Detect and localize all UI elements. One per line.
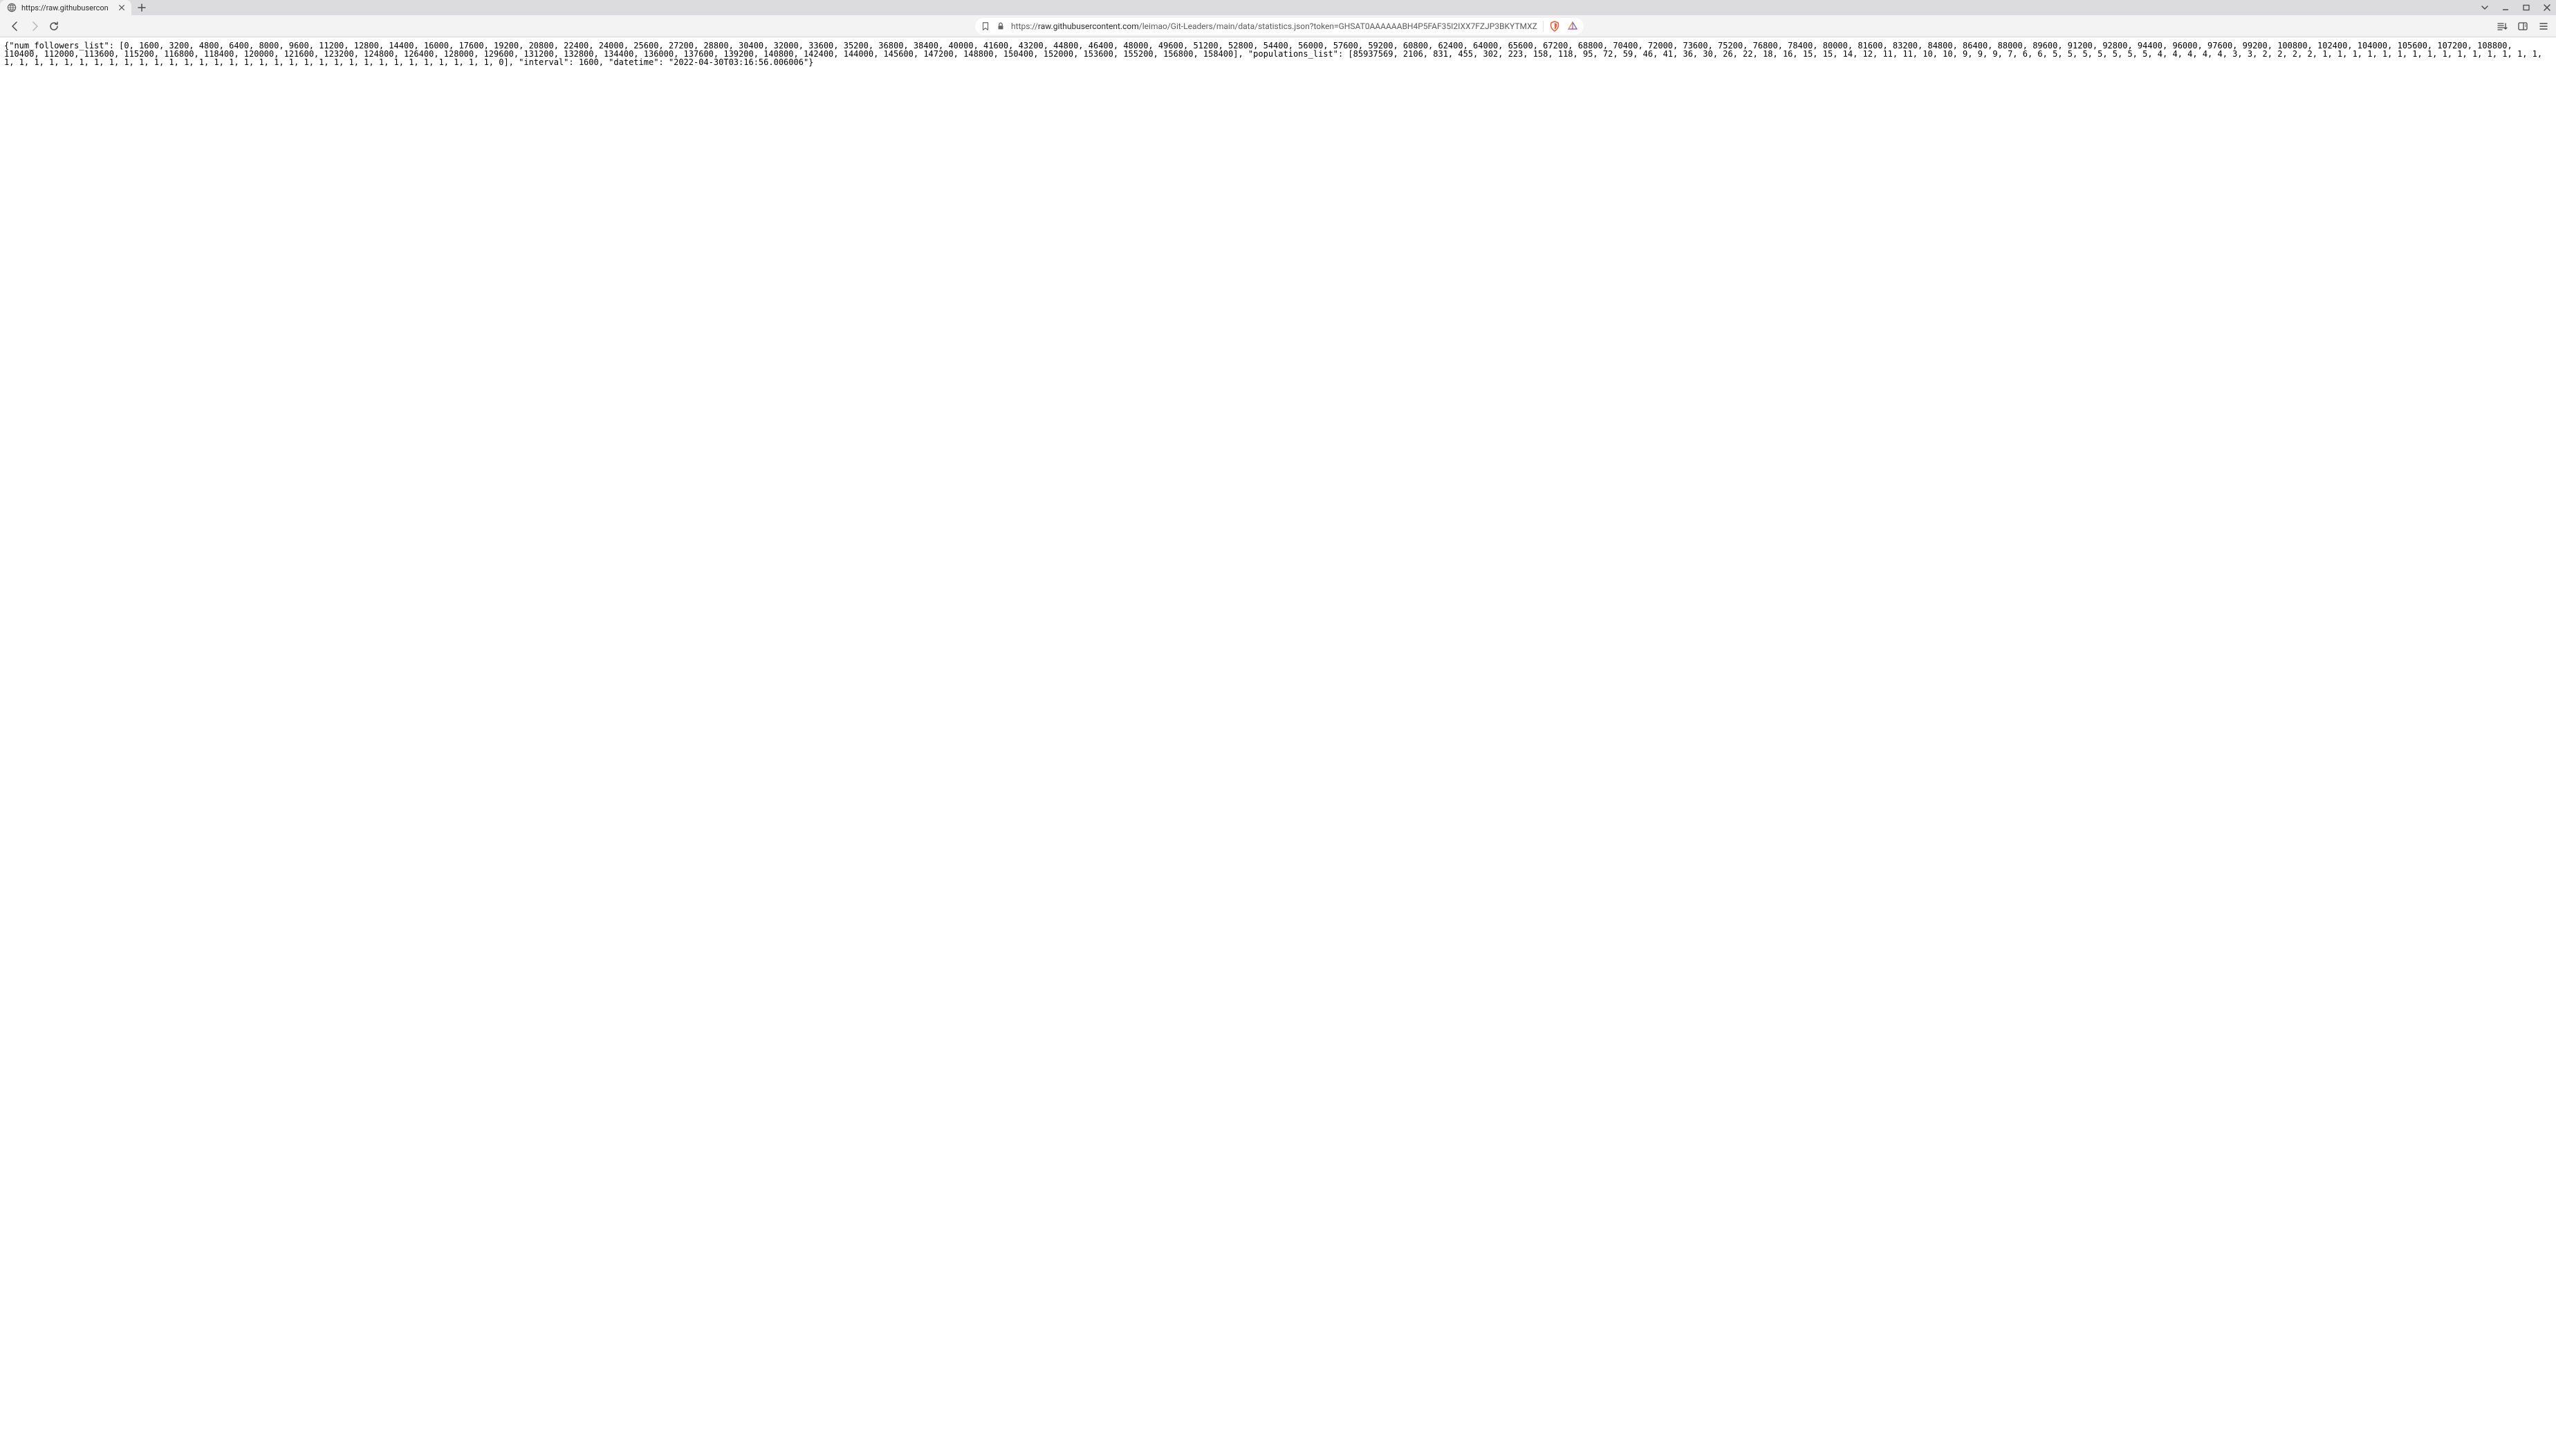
toolbar: https://raw.githubusercontent.com/leimao… [0, 15, 2556, 37]
plus-icon [138, 3, 146, 12]
address-bar[interactable]: https://raw.githubusercontent.com/leimao… [975, 18, 1584, 35]
address-bar-actions [1543, 21, 1578, 32]
menu-icon[interactable] [2538, 21, 2549, 32]
reload-button[interactable] [46, 18, 62, 35]
toolbar-right [2497, 21, 2549, 32]
brave-shield-icon[interactable] [1549, 21, 1560, 32]
globe-icon [7, 3, 17, 12]
close-icon [2543, 3, 2551, 12]
back-button[interactable] [7, 18, 24, 35]
window-controls [2480, 0, 2552, 15]
minimize-icon [2501, 3, 2510, 12]
bookmark-icon[interactable] [981, 21, 990, 31]
tab-bar: https://raw.githubusercon [0, 0, 2556, 15]
browser-tab[interactable]: https://raw.githubusercon [0, 0, 131, 15]
tab-title: https://raw.githubusercon [21, 3, 113, 12]
sidebar-icon[interactable] [2517, 21, 2528, 32]
minimize-button[interactable] [2501, 3, 2510, 12]
arrow-left-icon [10, 21, 21, 32]
brave-rewards-icon[interactable] [1567, 21, 1578, 32]
close-icon [118, 4, 125, 11]
url-display: https://raw.githubusercontent.com/leimao… [1011, 21, 1537, 31]
close-tab-button[interactable] [118, 3, 126, 12]
lock-icon[interactable] [996, 21, 1006, 31]
reader-mode-icon[interactable] [2497, 21, 2508, 32]
tab-dropdown-button[interactable] [2480, 3, 2490, 12]
close-window-button[interactable] [2542, 3, 2552, 12]
maximize-button[interactable] [2521, 3, 2531, 12]
forward-button[interactable] [26, 18, 43, 35]
chevron-down-icon [2481, 3, 2489, 12]
arrow-right-icon [29, 21, 40, 32]
reload-icon [48, 21, 59, 32]
new-tab-button[interactable] [134, 0, 149, 15]
maximize-icon [2522, 3, 2530, 12]
page-content: {"num_followers_list": [0, 1600, 3200, 4… [0, 37, 2556, 71]
